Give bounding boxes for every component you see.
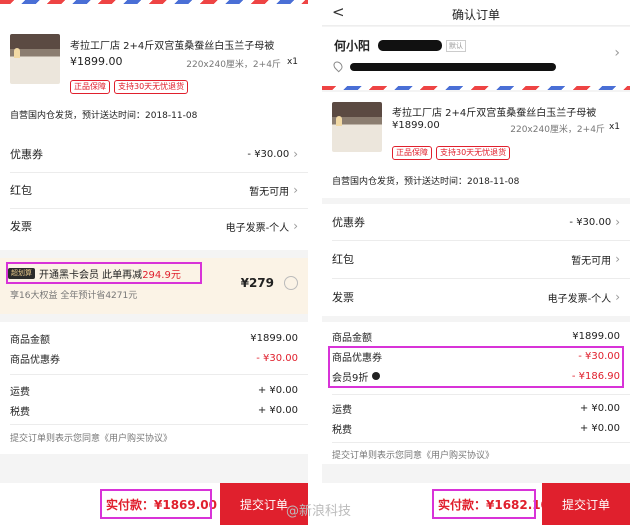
fee-value: + ¥0.00 xyxy=(579,402,620,414)
chevron-right-icon: › xyxy=(293,183,298,197)
tag-return: 支持30天无忧退货 xyxy=(436,146,511,160)
invoice-value: 电子发票-个人 xyxy=(225,222,290,234)
redpacket-value: 暂无可用 xyxy=(571,255,612,267)
coupon-value: - ¥30.00 xyxy=(569,216,612,228)
agreement-link[interactable]: 提交订单则表示您同意《用户购买协议》 xyxy=(0,426,308,448)
submit-order-button[interactable]: 提交订单 xyxy=(542,483,630,525)
chevron-right-icon: › xyxy=(293,219,298,233)
shipping-info: 自营国内仓发货，预计送达时间：2018-11-08 xyxy=(10,111,198,121)
coupon-label: 优惠券 xyxy=(10,148,43,161)
summary-label: 商品金额 xyxy=(10,334,50,346)
fee-label: 运费 xyxy=(10,386,30,398)
invoice-row[interactable]: 发票 电子发票-个人 › xyxy=(322,278,630,316)
default-tag: 默认 xyxy=(446,39,467,52)
redpacket-label: 红包 xyxy=(332,253,354,266)
product-spec: 220x240厘米，2+4斤 xyxy=(510,125,605,135)
page-title: 确认订单 xyxy=(451,8,500,22)
membership-checkbox[interactable] xyxy=(284,276,298,290)
summary-value: - ¥30.00 xyxy=(256,352,298,364)
address-card[interactable]: 何小阳 默认 › xyxy=(322,27,630,87)
fee-value: + ¥0.00 xyxy=(257,404,298,416)
coupon-row[interactable]: 优惠券 - ¥30.00 › xyxy=(0,136,308,172)
summary-value: ¥1899.00 xyxy=(250,332,298,344)
tag-genuine: 正品保障 xyxy=(392,146,432,160)
redacted-phone xyxy=(378,40,443,51)
watermark: @新浪科技 xyxy=(286,504,352,519)
invoice-row[interactable]: 发票 电子发票-个人 › xyxy=(0,208,308,244)
highlight-total xyxy=(432,489,536,519)
highlight-discounts xyxy=(328,346,624,388)
fee-label: 税费 xyxy=(10,406,30,418)
membership-price: ¥279 xyxy=(240,276,274,290)
product-spec: 220x240厘米，2+4斤 xyxy=(186,60,281,70)
location-pin-icon xyxy=(331,59,345,73)
chevron-right-icon: › xyxy=(615,252,620,266)
summary-label: 商品优惠券 xyxy=(10,354,60,366)
order-screen-before: 考拉工厂店 2+4斤双宫茧桑蚕丝白玉兰子母被 ¥1899.00 220x240厘… xyxy=(0,0,308,525)
product-title: 考拉工厂店 2+4斤双宫茧桑蚕丝白玉兰子母被 xyxy=(70,41,275,52)
product-thumbnail xyxy=(10,34,60,84)
product-title: 考拉工厂店 2+4斤双宫茧桑蚕丝白玉兰子母被 xyxy=(392,108,597,119)
nav-bar: < 确认订单 xyxy=(322,0,630,26)
shipping-info: 自营国内仓发货，预计送达时间：2018-11-08 xyxy=(332,177,520,187)
user-name: 何小阳 xyxy=(334,39,371,53)
redpacket-row[interactable]: 红包 暂无可用 › xyxy=(322,240,630,278)
chevron-right-icon: › xyxy=(615,215,620,229)
order-screen-after: < 确认订单 何小阳 默认 › 考拉工厂店 2+4斤双宫茧桑蚕丝白玉兰子母被 ¥… xyxy=(322,0,630,525)
redpacket-value: 暂无可用 xyxy=(249,186,290,198)
redpacket-row[interactable]: 红包 暂无可用 › xyxy=(0,172,308,208)
product-qty: x1 xyxy=(286,57,298,67)
redacted-address xyxy=(350,63,556,71)
chevron-right-icon: › xyxy=(615,290,620,304)
tag-return: 支持30天无忧退货 xyxy=(114,80,189,94)
membership-sub: 享16大权益 全年预计省4271元 xyxy=(10,291,138,301)
chevron-right-icon: › xyxy=(614,45,620,61)
product-price: ¥1899.00 xyxy=(70,55,123,68)
invoice-label: 发票 xyxy=(10,220,32,233)
coupon-value: - ¥30.00 xyxy=(247,148,290,160)
airmail-border xyxy=(322,86,630,90)
chevron-right-icon: › xyxy=(293,147,298,161)
redpacket-label: 红包 xyxy=(10,184,32,197)
summary-value: ¥1899.00 xyxy=(572,330,620,342)
product-card[interactable]: 考拉工厂店 2+4斤双宫茧桑蚕丝白玉兰子母被 ¥1899.00 220x240厘… xyxy=(322,92,630,198)
fee-value: + ¥0.00 xyxy=(257,384,298,396)
fee-label: 运费 xyxy=(332,404,352,416)
product-card[interactable]: 考拉工厂店 2+4斤双宫茧桑蚕丝白玉兰子母被 ¥1899.00 220x240厘… xyxy=(0,4,308,132)
product-thumbnail xyxy=(332,102,382,152)
fee-label: 税费 xyxy=(332,424,352,436)
product-price: ¥1899.00 xyxy=(392,120,440,131)
invoice-label: 发票 xyxy=(332,291,354,304)
highlight-membership xyxy=(6,262,202,284)
summary-label: 商品金额 xyxy=(332,332,372,344)
fee-value: + ¥0.00 xyxy=(579,422,620,434)
agreement-link[interactable]: 提交订单则表示您同意《用户购买协议》 xyxy=(322,444,630,464)
tag-genuine: 正品保障 xyxy=(70,80,110,94)
invoice-value: 电子发票-个人 xyxy=(547,293,612,305)
coupon-label: 优惠券 xyxy=(332,216,365,229)
product-qty: x1 xyxy=(608,122,620,132)
highlight-total xyxy=(100,489,212,519)
coupon-row[interactable]: 优惠券 - ¥30.00 › xyxy=(322,204,630,240)
